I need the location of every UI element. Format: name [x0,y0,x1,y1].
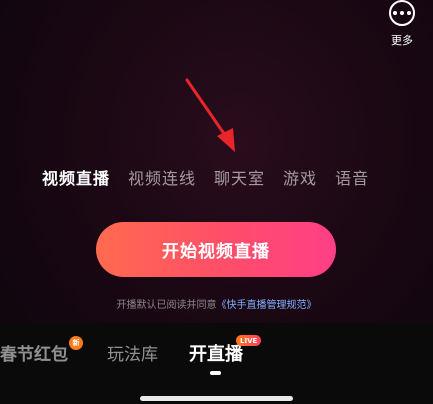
more-label: 更多 [391,34,413,47]
mode-tab-voice[interactable]: 语音 [335,165,369,189]
live-badge: LIVE [236,335,262,346]
tab-go-live[interactable]: 开直播 [189,340,243,366]
tab-gameplay-library[interactable]: 玩法库 [107,340,158,365]
mode-tab-video-link[interactable]: 视频连线 [128,165,196,189]
tab-spring-festival-hongbao[interactable]: 春节红包 [0,340,68,365]
mode-tabs: 视频直播 视频连线 聊天室 游戏 语音 [42,165,369,189]
live-start-screen: 更多 视频直播 视频连线 聊天室 游戏 语音 开始视频直播 开播默认已阅读并同意… [0,0,433,404]
start-video-live-button[interactable]: 开始视频直播 [96,222,336,277]
home-indicator[interactable] [140,396,293,401]
mode-tab-chatroom[interactable]: 聊天室 [214,165,265,189]
new-badge: 新 [69,336,83,350]
mode-tab-video-live[interactable]: 视频直播 [42,165,110,189]
annotation-arrow-icon [185,78,235,152]
agreement-prefix: 开播默认已阅读并同意 [116,300,217,311]
agreement-text: 开播默认已阅读并同意《快手直播管理规范》 [0,296,433,311]
mode-tab-game[interactable]: 游戏 [283,165,317,189]
active-tab-indicator [210,371,221,375]
agreement-link[interactable]: 《快手直播管理规范》 [217,300,317,311]
more-dots-icon [389,0,415,26]
more-button[interactable]: 更多 [385,0,419,48]
bottom-tab-bar: 春节红包 新 玩法库 开直播 LIVE [0,323,433,404]
